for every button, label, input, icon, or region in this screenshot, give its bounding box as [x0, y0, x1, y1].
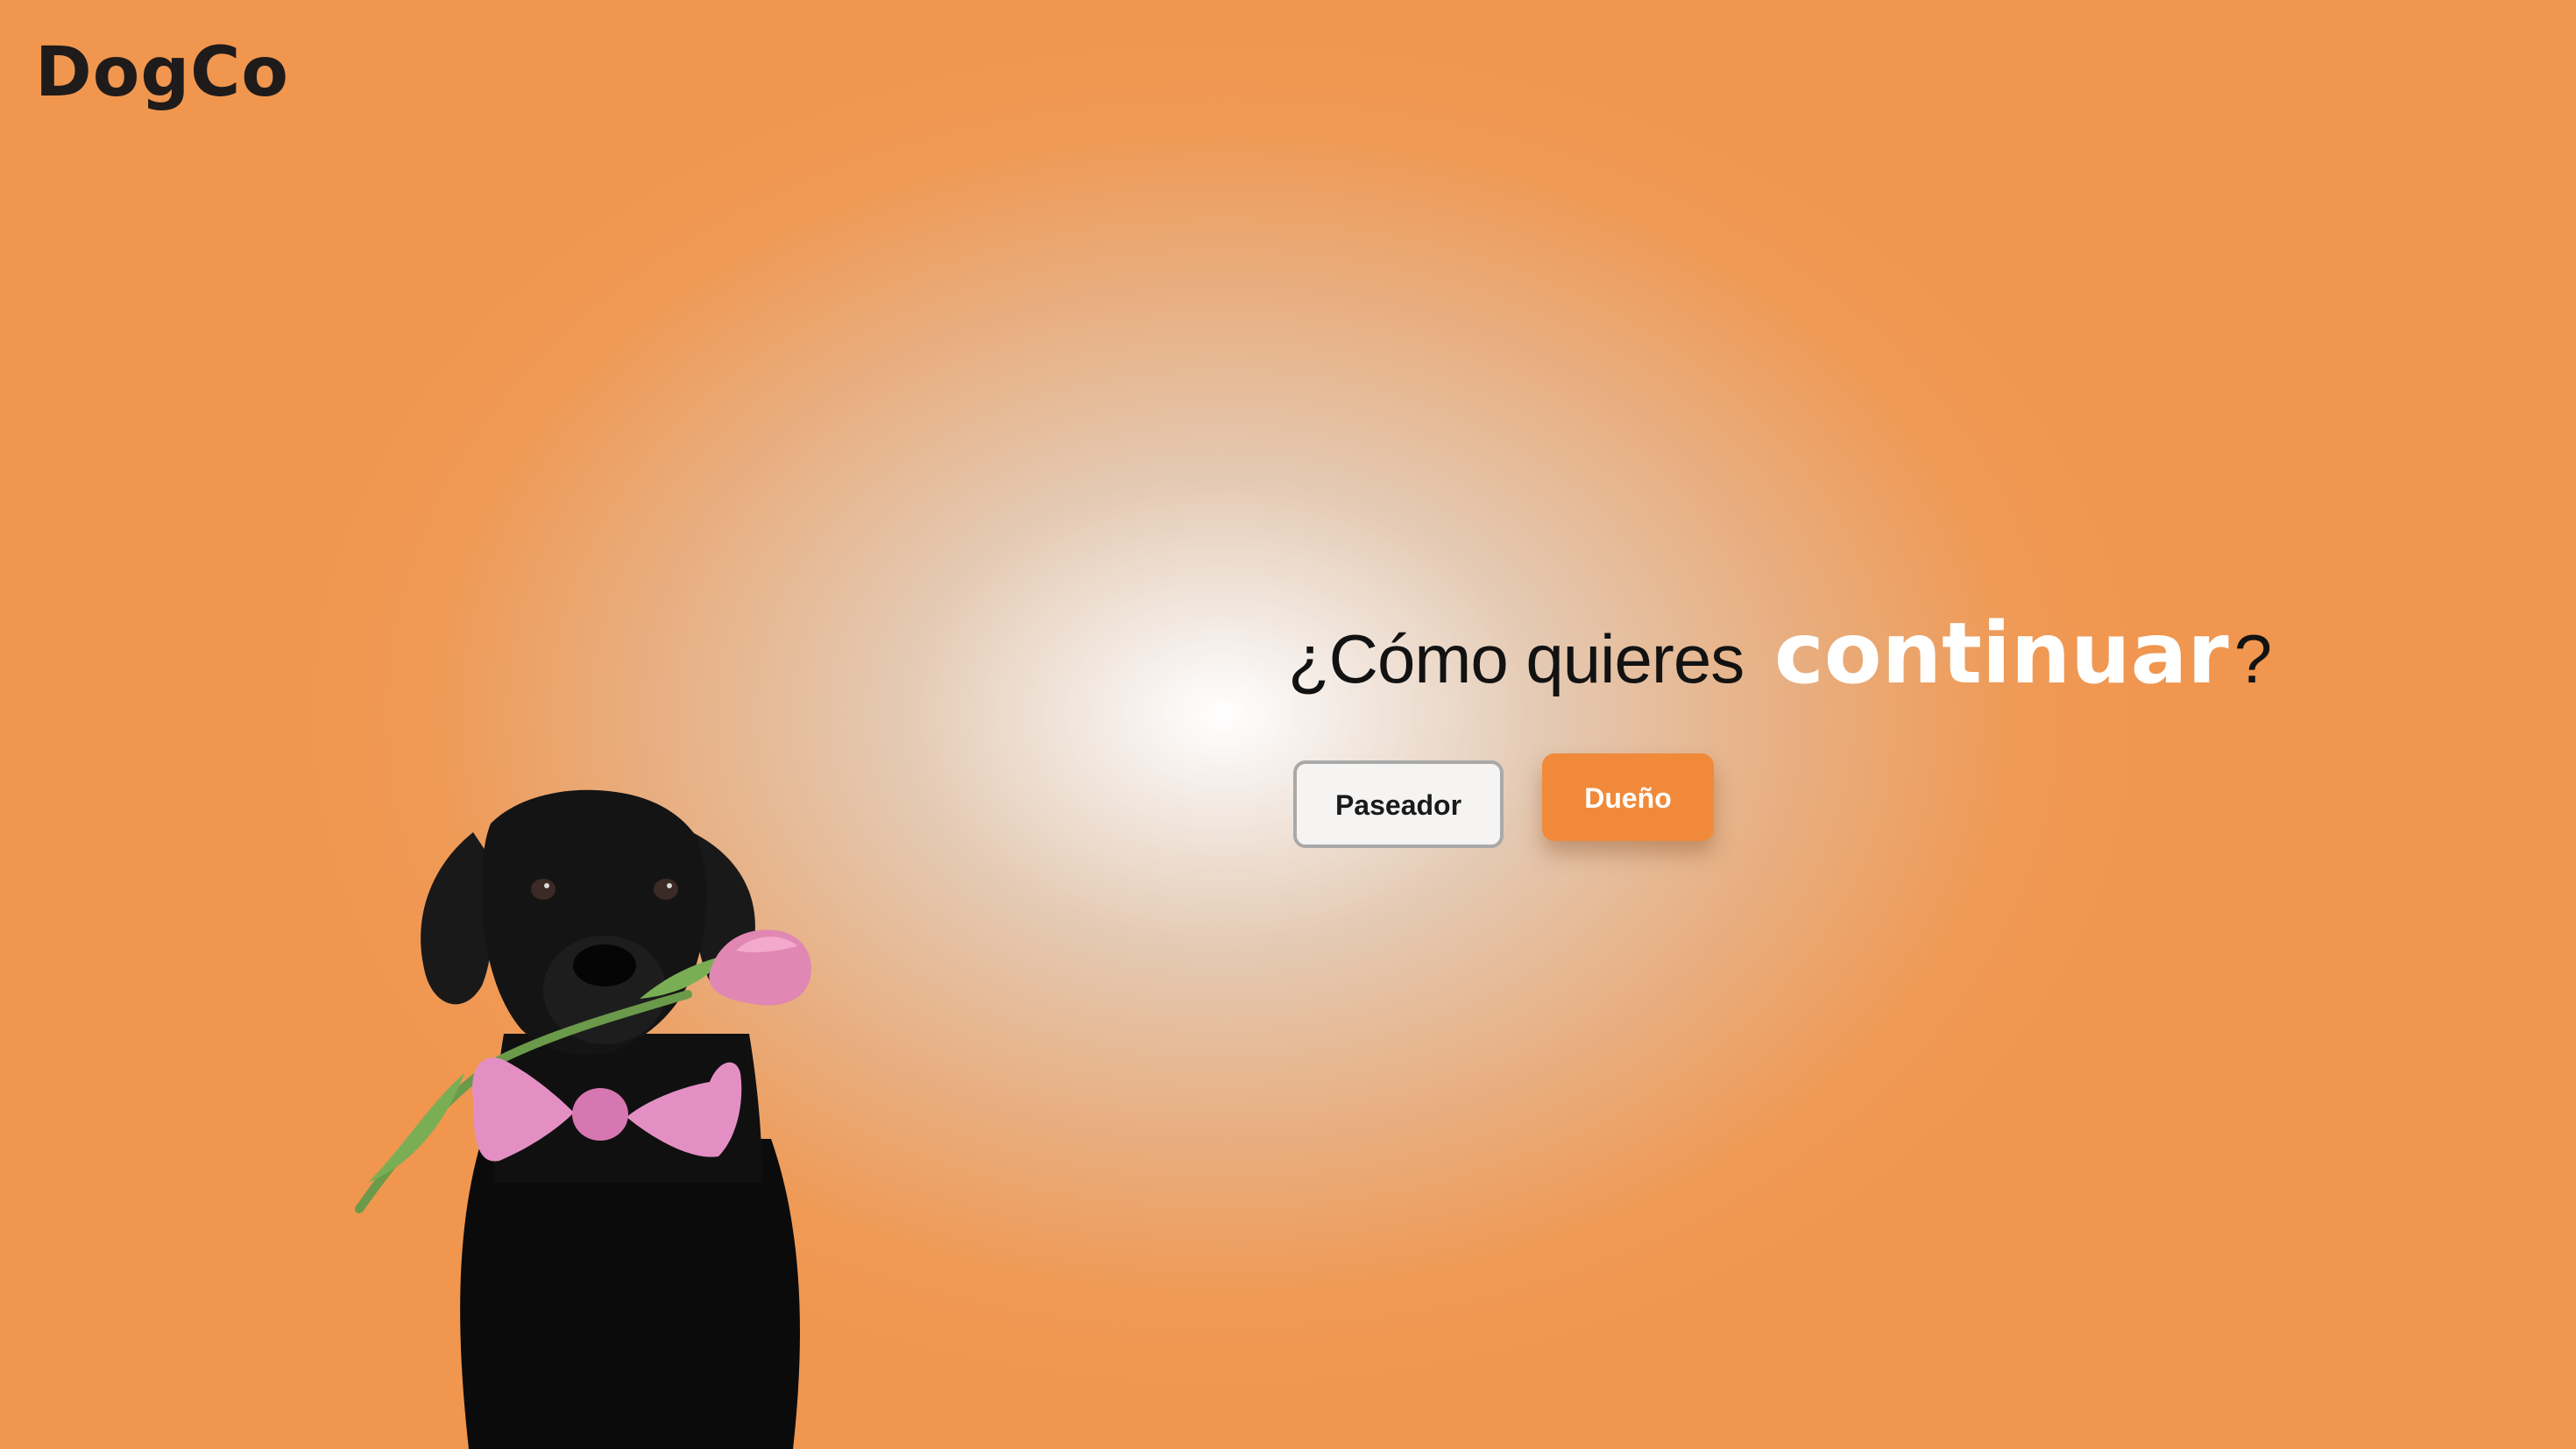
- bow-tie-knot: [572, 1088, 628, 1141]
- question-suffix: ?: [2233, 620, 2272, 697]
- dog-nose: [573, 944, 636, 986]
- tulip-leaf: [368, 1073, 464, 1183]
- brand-logo[interactable]: DogCo: [35, 39, 289, 107]
- question-highlight: continuar: [1773, 604, 2229, 703]
- owner-button[interactable]: Dueño: [1542, 753, 1714, 841]
- page-title: ¿Cómo quieres continuar?: [1288, 604, 2272, 703]
- dog-illustration: [355, 789, 811, 1449]
- dog-left-ear: [421, 832, 493, 1005]
- dog-left-eye: [531, 879, 556, 900]
- walker-button[interactable]: Paseador: [1293, 760, 1504, 848]
- dog-body: [460, 1139, 800, 1449]
- page: { "brand": { "logo_text": "DogCo" }, "he…: [0, 0, 2576, 1449]
- question-prefix: ¿Cómo quieres: [1288, 620, 1762, 697]
- dog-right-eye: [654, 879, 678, 900]
